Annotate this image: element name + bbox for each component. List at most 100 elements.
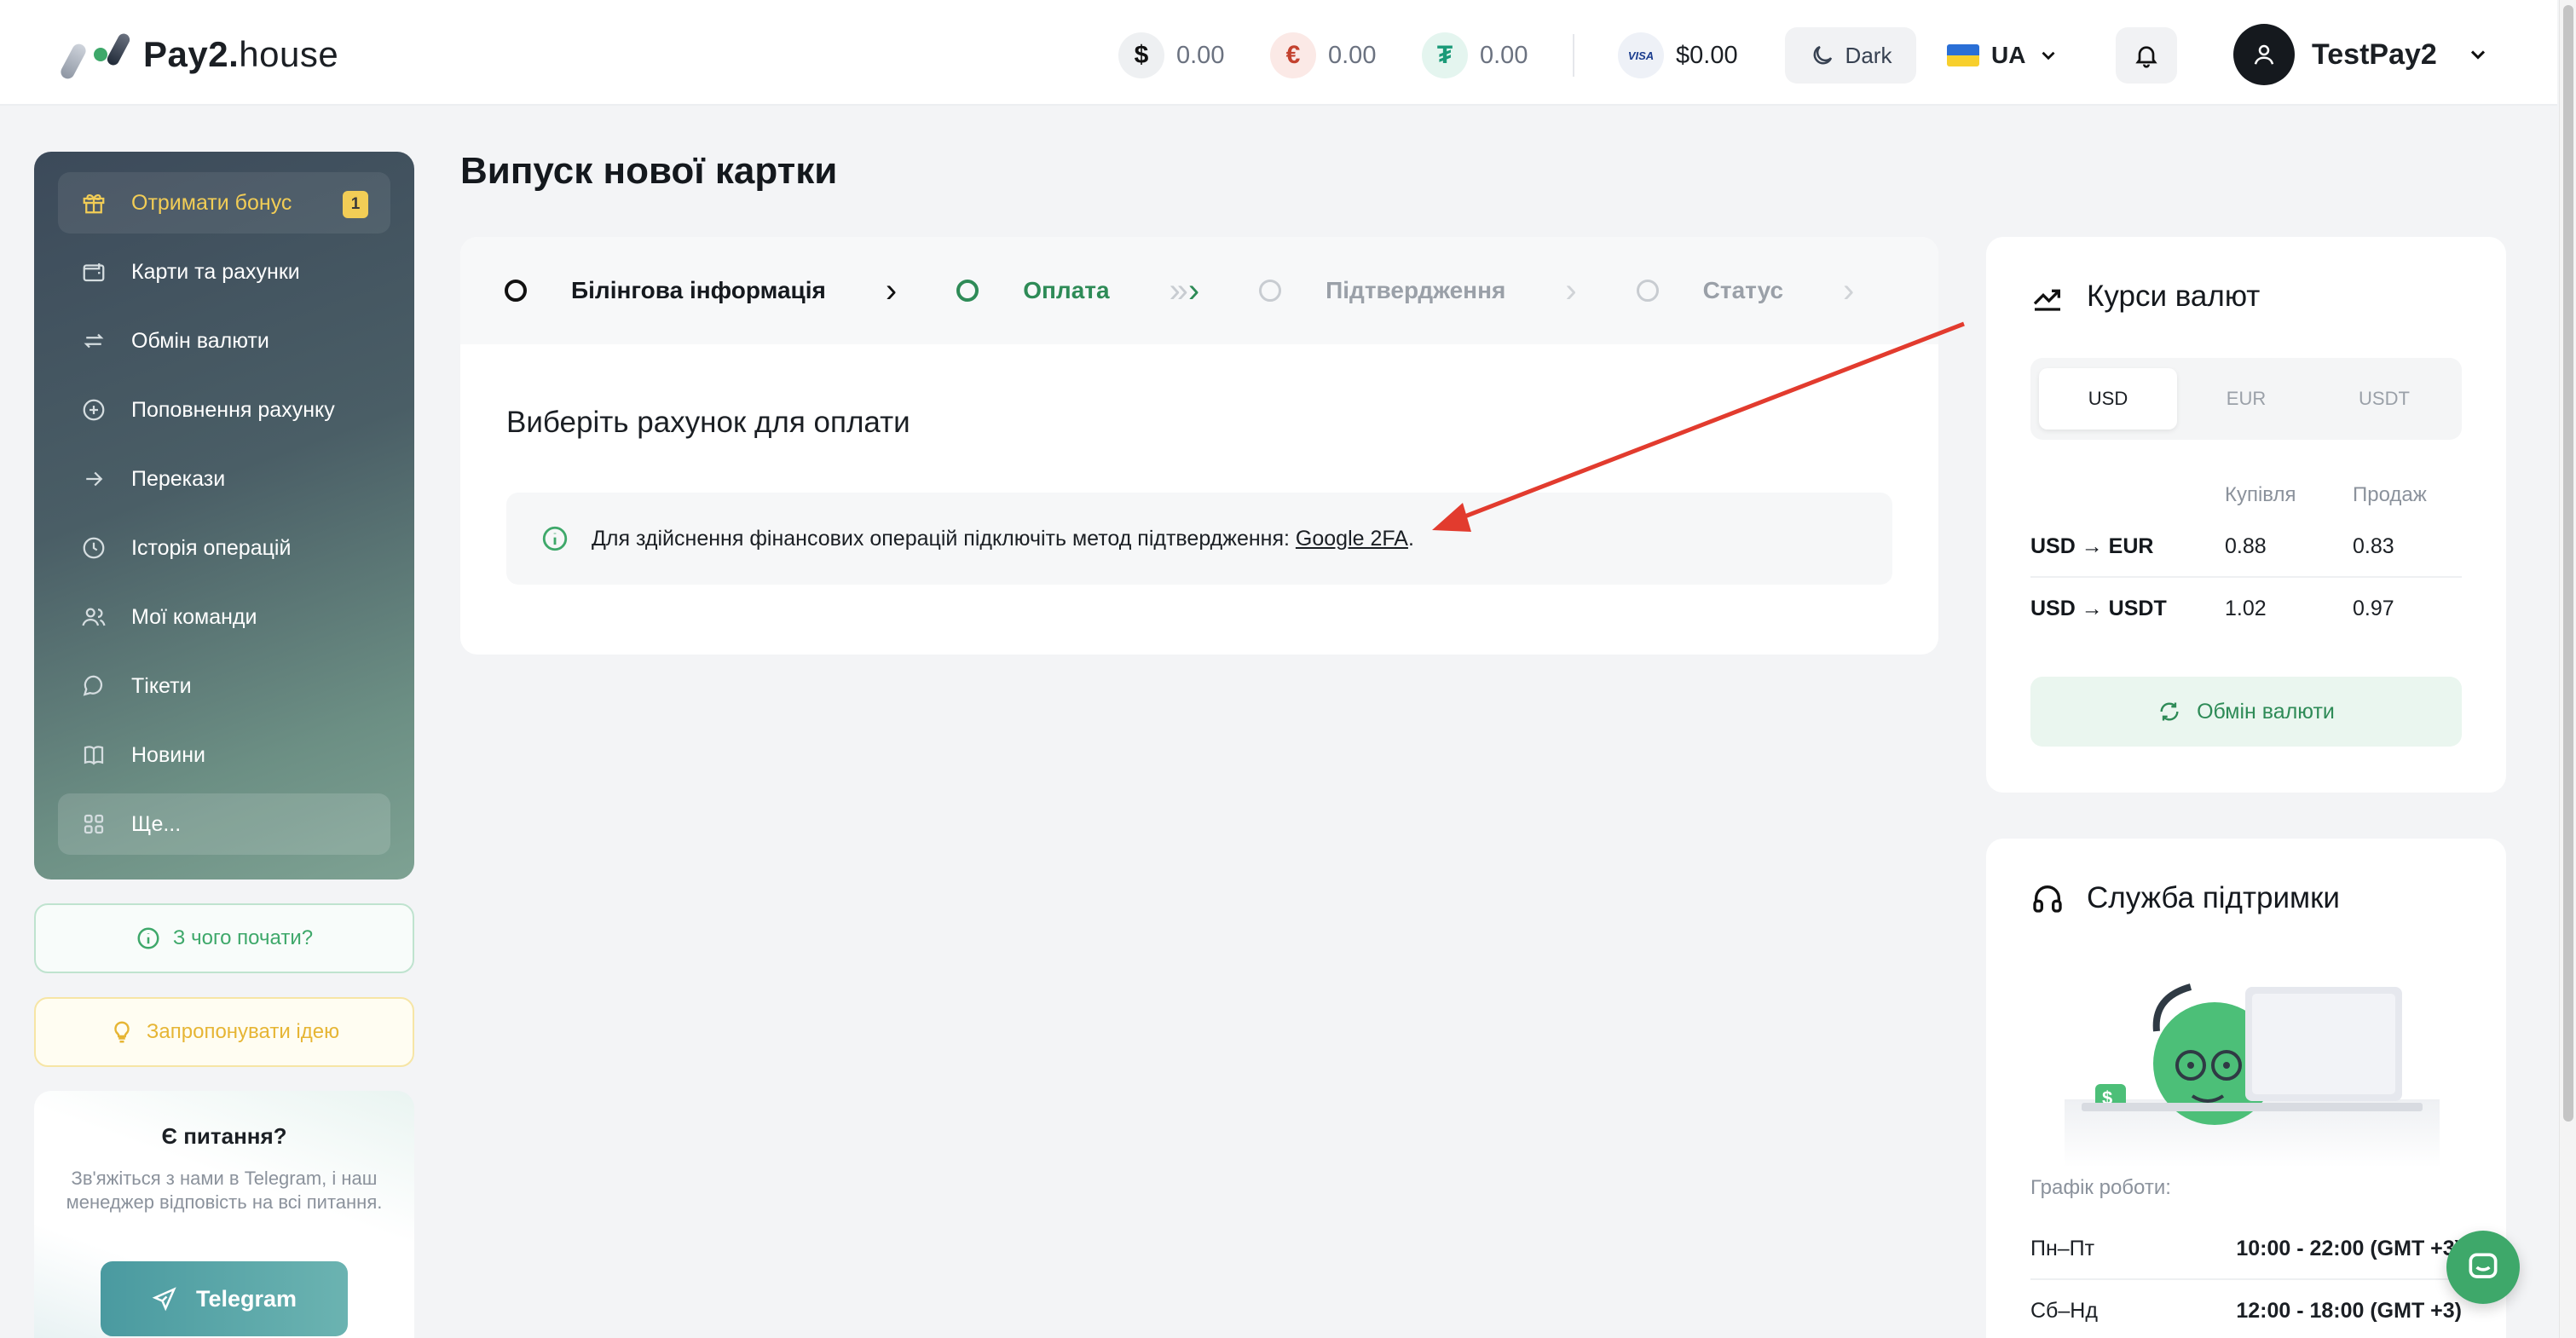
- suggest-idea-label: Запропонувати ідею: [146, 1020, 340, 1043]
- dollar-coin-icon: $: [1118, 32, 1164, 78]
- gift-icon: [80, 189, 107, 216]
- language-selector[interactable]: UA: [1947, 34, 2059, 77]
- sidebar-item-label: Обмін валюти: [131, 328, 269, 353]
- live-chat-button[interactable]: [2446, 1231, 2520, 1304]
- schedule-row: Пн–Пт 10:00 - 22:00 (GMT +3): [2030, 1219, 2462, 1280]
- step-dot: [505, 280, 527, 302]
- grid-icon: [80, 810, 107, 838]
- refresh-icon: [2160, 702, 2179, 721]
- step-confirmation[interactable]: Підтвердження: [1259, 277, 1505, 304]
- step-dot: [956, 280, 979, 302]
- sidebar-item-label: Поповнення рахунку: [131, 397, 335, 422]
- balance-usd-amount: 0.00: [1176, 41, 1225, 69]
- header-divider: [1573, 34, 1574, 77]
- page-title: Випуск нової картки: [460, 150, 838, 192]
- euro-coin-icon: €: [1270, 32, 1316, 78]
- headphones-icon: [2033, 885, 2062, 913]
- wallet-icon: [80, 258, 107, 285]
- chat-icon: [80, 672, 107, 700]
- sidebar-item-label: Ще...: [131, 811, 182, 836]
- section-title: Виберіть рахунок для оплати: [506, 406, 910, 439]
- rates-title: Курси валют: [2087, 280, 2261, 313]
- chevron-right-icon: ›: [885, 271, 898, 309]
- getting-started-button[interactable]: З чого почати?: [34, 903, 414, 973]
- tab-usd[interactable]: USD: [2039, 368, 2177, 430]
- rates-header: Курси валют: [2030, 280, 2260, 314]
- logo-mark-icon: [58, 31, 132, 82]
- notice-text: Для здійснення фінансових операцій підкл…: [592, 526, 1414, 551]
- sidebar-item-label: Отримати бонус: [131, 190, 292, 215]
- rate-buy: 0.88: [2225, 533, 2267, 558]
- card-issue-panel: Білінгова інформація › Оплата »› Підтвер…: [460, 237, 1938, 655]
- sidebar-item-cards[interactable]: Карти та рахунки: [58, 241, 390, 303]
- sidebar-item-label: Історія операцій: [131, 535, 292, 560]
- sidebar-item-more[interactable]: Ще...: [58, 793, 390, 855]
- step-dot: [1636, 280, 1659, 302]
- step-payment[interactable]: Оплата: [956, 277, 1110, 304]
- rate-buy: 1.02: [2225, 596, 2267, 620]
- balance-eur[interactable]: € 0.00: [1270, 32, 1376, 78]
- sidebar-item-teams[interactable]: Мої команди: [58, 586, 390, 648]
- step-dot: [1259, 280, 1282, 302]
- sidebar-item-tickets[interactable]: Тікети: [58, 655, 390, 717]
- help-title: Є питання?: [161, 1123, 287, 1149]
- schedule-days: Пн–Пт: [2030, 1236, 2095, 1260]
- exchange-currency-button[interactable]: Обмін валюти: [2030, 677, 2462, 747]
- sidebar-nav: Отримати бонус 1 Карти та рахунки Обмін …: [34, 152, 414, 880]
- telegram-button[interactable]: Telegram: [101, 1261, 348, 1336]
- schedule-row: Сб–Нд 12:00 - 18:00 (GMT +3): [2030, 1280, 2462, 1338]
- swap-icon: [80, 327, 107, 355]
- clock-icon: [80, 534, 107, 562]
- stepper: Білінгова інформація › Оплата »› Підтвер…: [460, 237, 1938, 344]
- table-row: USD → EUR 0.88 0.83: [2030, 516, 2462, 578]
- step-status[interactable]: Статус: [1636, 277, 1783, 304]
- balance-usdt[interactable]: ₮ 0.00: [1422, 32, 1528, 78]
- support-agent-illustration: $: [2065, 983, 2440, 1168]
- balance-usdt-amount: 0.00: [1480, 41, 1528, 69]
- brand-logo[interactable]: Pay2.house: [58, 29, 339, 82]
- rates-table: Купівля Продаж USD → EUR 0.88 0.83 USD →…: [2030, 474, 2462, 639]
- step-label: Білінгова інформація: [571, 277, 826, 303]
- rate-sell: 0.97: [2353, 596, 2394, 620]
- page-scrollbar[interactable]: [2559, 0, 2576, 1338]
- theme-toggle-button[interactable]: Dark: [1785, 27, 1916, 84]
- step-label: Оплата: [1023, 277, 1110, 303]
- sidebar-item-label: Тікети: [131, 673, 192, 698]
- step-billing[interactable]: Білінгова інформація: [505, 277, 826, 304]
- info-icon: [137, 927, 159, 949]
- schedule-title: Графік роботи:: [2030, 1176, 2171, 1199]
- balance-visa-amount: $0.00: [1676, 41, 1738, 69]
- notifications-button[interactable]: [2116, 27, 2177, 84]
- scrollbar-thumb[interactable]: [2563, 5, 2573, 1122]
- language-code: UA: [1991, 42, 2026, 68]
- balance-usd[interactable]: $ 0.00: [1118, 32, 1224, 78]
- col-buy: Купівля: [2225, 483, 2296, 506]
- exchange-button-label: Обмін валюти: [2197, 699, 2335, 724]
- table-row: USD → USDT 1.02 0.97: [2030, 578, 2462, 639]
- username: TestPay2: [2312, 37, 2437, 71]
- balance-visa[interactable]: VISA $0.00: [1618, 32, 1738, 78]
- plus-circle-icon: [80, 396, 107, 424]
- support-title: Служба підтримки: [2087, 881, 2340, 914]
- sidebar-item-topup[interactable]: Поповнення рахунку: [58, 379, 390, 441]
- tab-usdt[interactable]: USDT: [2315, 368, 2453, 430]
- sidebar-item-news[interactable]: Новини: [58, 724, 390, 786]
- google-2fa-link[interactable]: Google 2FA: [1296, 527, 1408, 551]
- top-header: Pay2.house $ 0.00 € 0.00 ₮ 0.00 VISA $0.…: [0, 0, 2557, 106]
- sidebar-item-history[interactable]: Історія операцій: [58, 517, 390, 579]
- suggest-idea-button[interactable]: Запропонувати ідею: [34, 997, 414, 1067]
- 2fa-notice: Для здійснення фінансових операцій підкл…: [506, 493, 1892, 585]
- sidebar-item-label: Мої команди: [131, 604, 257, 629]
- sidebar-item-exchange[interactable]: Обмін валюти: [58, 310, 390, 372]
- sidebar-item-transfers[interactable]: Перекази: [58, 448, 390, 510]
- brand-name: Pay2.house: [143, 34, 339, 74]
- user-icon: [2254, 44, 2274, 65]
- sidebar-item-bonus[interactable]: Отримати бонус 1: [58, 172, 390, 234]
- user-menu[interactable]: TestPay2: [2233, 22, 2490, 87]
- rate-pair: USD → USDT: [2030, 596, 2167, 620]
- ukraine-flag-icon: [1947, 44, 1979, 66]
- exchange-rates-card: Курси валют USD EUR USDT Купівля Продаж …: [1986, 237, 2506, 793]
- sidebar-item-label: Новини: [131, 742, 205, 767]
- chat-bubble-icon: [2469, 1253, 2498, 1278]
- tab-eur[interactable]: EUR: [2177, 368, 2315, 430]
